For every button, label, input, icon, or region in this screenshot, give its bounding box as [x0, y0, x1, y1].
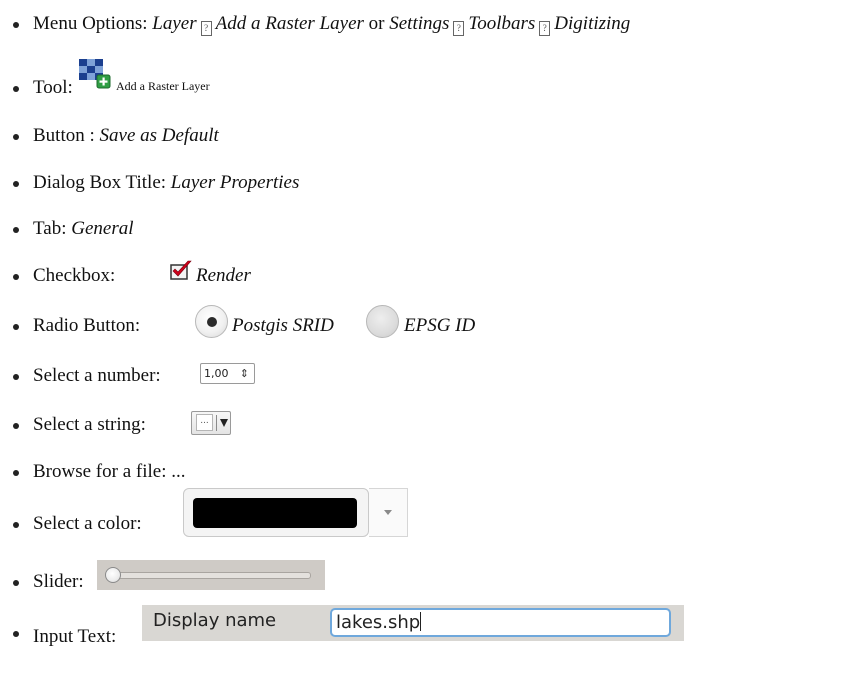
checkbox-checked-icon[interactable] [170, 260, 192, 280]
bullet [13, 22, 19, 28]
color-swatch [193, 498, 357, 528]
tab-general[interactable]: General [71, 218, 133, 239]
menu-options-label: Menu Options: [33, 13, 148, 34]
bullet [13, 580, 19, 586]
input-text-panel: Display name lakes.shp [142, 605, 684, 641]
display-name-input[interactable]: lakes.shp [330, 608, 671, 637]
bullet [13, 274, 19, 280]
bullet [13, 423, 19, 429]
button-label: Button : [33, 125, 95, 146]
bullet [13, 86, 19, 92]
combo-dots: ... [196, 414, 213, 431]
radio-postgis-srid[interactable] [195, 305, 228, 338]
bullet [13, 181, 19, 187]
browse-file-label: Browse for a file: [33, 461, 167, 482]
number-value: 1,00 [204, 367, 229, 380]
input-text-label: Input Text: [33, 626, 117, 647]
string-label: Select a string: [33, 414, 146, 435]
separator-icon: ? [539, 21, 551, 36]
slider-label: Slider: [33, 571, 84, 592]
dropdown-arrow-icon[interactable] [220, 419, 228, 427]
file-line: Browse for a file: ... [33, 462, 185, 481]
radio-option-epsg-id: EPSG ID [404, 315, 476, 336]
radio-label: Radio Button: [33, 315, 141, 336]
display-name-value: lakes.shp [336, 612, 421, 633]
number-spinbox[interactable]: 1,00 ⇕ [200, 363, 255, 384]
radio-option-postgis-srid: Postgis SRID [232, 315, 334, 336]
bullet [13, 134, 19, 140]
slider-track[interactable] [109, 572, 311, 579]
menu-toolbars: Toolbars [468, 13, 536, 34]
combo-divider [216, 415, 217, 431]
checkbox-label: Checkbox: [33, 265, 116, 286]
dialog-line: Dialog Box Title: Layer Properties [33, 173, 299, 192]
tool-caption: Add a Raster Layer [116, 79, 210, 93]
radio-epsg-id[interactable] [366, 305, 399, 338]
save-as-default-button[interactable]: Save as Default [100, 125, 219, 146]
dialog-title: Layer Properties [170, 172, 300, 193]
bullet [13, 631, 19, 637]
separator-icon: ? [200, 21, 212, 36]
button-line: Button : Save as Default [33, 126, 219, 145]
menu-settings: Settings [389, 13, 450, 34]
slider-handle[interactable] [105, 567, 121, 583]
tab-line: Tab: General [33, 219, 134, 238]
bullet [13, 227, 19, 233]
menu-layer: Layer [152, 13, 197, 34]
menu-add-raster-layer: Add a Raster Layer [215, 13, 364, 34]
color-dropdown[interactable] [369, 488, 408, 537]
bullet [13, 324, 19, 330]
dialog-label: Dialog Box Title: [33, 172, 167, 193]
text-caret [420, 612, 422, 631]
menu-connector: or [368, 13, 385, 34]
add-raster-layer-icon[interactable] [79, 59, 111, 89]
number-label: Select a number: [33, 365, 161, 386]
bullet [13, 374, 19, 380]
menu-options-line: Menu Options: Layer? Add a Raster Layer o… [33, 14, 630, 36]
color-label: Select a color: [33, 513, 142, 534]
display-name-label: Display name [153, 610, 277, 631]
bullet [13, 522, 19, 528]
tool-label: Tool: [33, 77, 73, 98]
tab-label: Tab: [33, 218, 67, 239]
string-combobox[interactable]: ... [191, 411, 231, 435]
browse-button[interactable]: ... [171, 461, 185, 482]
dropdown-arrow-icon [384, 510, 392, 515]
radio-selected-dot [207, 317, 217, 327]
menu-digitizing: Digitizing [554, 13, 631, 34]
bullet [13, 470, 19, 476]
checkbox-render-label: Render [196, 265, 251, 286]
up-down-arrows-icon[interactable]: ⇕ [240, 364, 249, 383]
separator-icon: ? [453, 21, 465, 36]
color-button[interactable] [183, 488, 369, 537]
slider[interactable] [97, 560, 325, 590]
